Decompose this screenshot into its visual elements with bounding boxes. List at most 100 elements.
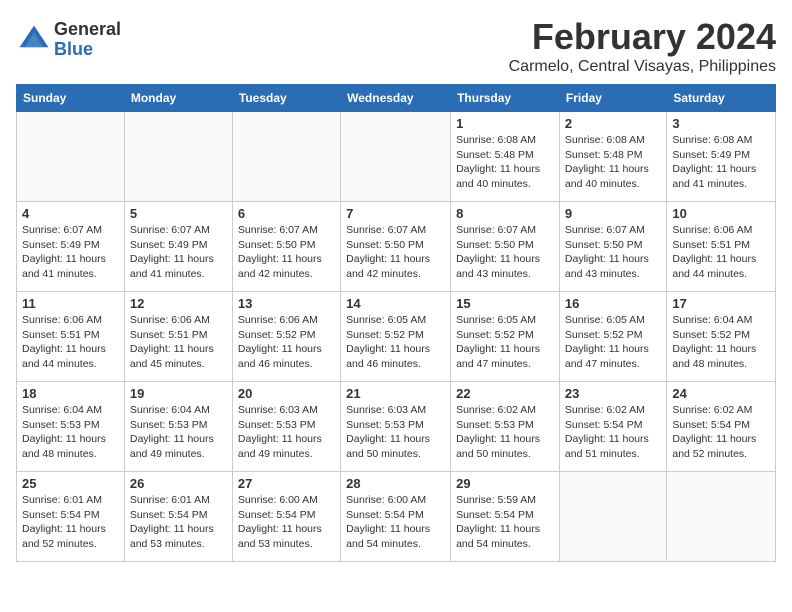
weekday-header-tuesday: Tuesday	[232, 85, 340, 112]
calendar-cell: 3 Sunrise: 6:08 AMSunset: 5:49 PMDaylight…	[667, 112, 776, 202]
calendar-cell	[667, 472, 776, 562]
calendar-cell: 23 Sunrise: 6:02 AMSunset: 5:54 PMDayligh…	[559, 382, 666, 472]
calendar-cell: 11 Sunrise: 6:06 AMSunset: 5:51 PMDayligh…	[17, 292, 125, 382]
weekday-header-thursday: Thursday	[451, 85, 560, 112]
calendar-week-row: 25 Sunrise: 6:01 AMSunset: 5:54 PMDayligh…	[17, 472, 776, 562]
calendar-cell: 26 Sunrise: 6:01 AMSunset: 5:54 PMDayligh…	[124, 472, 232, 562]
calendar-cell: 21 Sunrise: 6:03 AMSunset: 5:53 PMDayligh…	[341, 382, 451, 472]
calendar-cell: 20 Sunrise: 6:03 AMSunset: 5:53 PMDayligh…	[232, 382, 340, 472]
day-number: 4	[22, 206, 119, 221]
calendar-cell: 28Sunrise: 6:00 AMSunset: 5:54 PMDayligh…	[341, 472, 451, 562]
calendar-cell	[17, 112, 125, 202]
calendar-cell	[559, 472, 666, 562]
calendar-cell: 2Sunrise: 6:08 AMSunset: 5:48 PMDaylight…	[559, 112, 666, 202]
day-info: Sunrise: 5:59 AMSunset: 5:54 PMDaylight:…	[456, 493, 554, 552]
day-number: 12	[130, 296, 227, 311]
day-info: Sunrise: 6:06 AMSunset: 5:51 PMDaylight:…	[22, 313, 119, 372]
day-info: Sunrise: 6:08 AMSunset: 5:49 PMDaylight:…	[672, 133, 770, 192]
day-number: 19	[130, 386, 227, 401]
day-info: Sunrise: 6:03 AMSunset: 5:53 PMDaylight:…	[346, 403, 445, 462]
day-number: 23	[565, 386, 661, 401]
weekday-header-wednesday: Wednesday	[341, 85, 451, 112]
day-number: 6	[238, 206, 335, 221]
calendar-cell: 25 Sunrise: 6:01 AMSunset: 5:54 PMDayligh…	[17, 472, 125, 562]
day-info: Sunrise: 6:00 AMSunset: 5:54 PMDaylight:…	[238, 493, 335, 552]
day-info: Sunrise: 6:04 AMSunset: 5:53 PMDaylight:…	[130, 403, 227, 462]
calendar-cell: 24 Sunrise: 6:02 AMSunset: 5:54 PMDayligh…	[667, 382, 776, 472]
day-info: Sunrise: 6:07 AMSunset: 5:50 PMDaylight:…	[565, 223, 661, 282]
calendar-week-row: 4 Sunrise: 6:07 AMSunset: 5:49 PMDaylight…	[17, 202, 776, 292]
calendar-cell: 14 Sunrise: 6:05 AMSunset: 5:52 PMDayligh…	[341, 292, 451, 382]
day-number: 22	[456, 386, 554, 401]
weekday-header-monday: Monday	[124, 85, 232, 112]
day-number: 20	[238, 386, 335, 401]
calendar-cell: 19 Sunrise: 6:04 AMSunset: 5:53 PMDayligh…	[124, 382, 232, 472]
day-info: Sunrise: 6:03 AMSunset: 5:53 PMDaylight:…	[238, 403, 335, 462]
day-number: 15	[456, 296, 554, 311]
day-info: Sunrise: 6:02 AMSunset: 5:54 PMDaylight:…	[672, 403, 770, 462]
calendar-cell: 9 Sunrise: 6:07 AMSunset: 5:50 PMDaylight…	[559, 202, 666, 292]
calendar-week-row: 1 Sunrise: 6:08 AMSunset: 5:48 PMDaylight…	[17, 112, 776, 202]
day-info: Sunrise: 6:04 AMSunset: 5:52 PMDaylight:…	[672, 313, 770, 372]
weekday-header-saturday: Saturday	[667, 85, 776, 112]
calendar-cell: 29Sunrise: 5:59 AMSunset: 5:54 PMDayligh…	[451, 472, 560, 562]
logo: General Blue	[16, 20, 121, 60]
day-number: 8	[456, 206, 554, 221]
weekday-header-friday: Friday	[559, 85, 666, 112]
day-info: Sunrise: 6:04 AMSunset: 5:53 PMDaylight:…	[22, 403, 119, 462]
day-info: Sunrise: 6:07 AMSunset: 5:49 PMDaylight:…	[130, 223, 227, 282]
day-info: Sunrise: 6:08 AMSunset: 5:48 PMDaylight:…	[565, 133, 661, 192]
logo-blue-text: Blue	[54, 40, 121, 60]
day-number: 27	[238, 476, 335, 491]
day-number: 26	[130, 476, 227, 491]
logo-icon	[16, 22, 52, 58]
day-number: 9	[565, 206, 661, 221]
calendar-body: 1 Sunrise: 6:08 AMSunset: 5:48 PMDaylight…	[17, 112, 776, 562]
day-number: 21	[346, 386, 445, 401]
calendar-cell: 1 Sunrise: 6:08 AMSunset: 5:48 PMDaylight…	[451, 112, 560, 202]
calendar-cell	[232, 112, 340, 202]
day-number: 24	[672, 386, 770, 401]
day-info: Sunrise: 6:06 AMSunset: 5:51 PMDaylight:…	[672, 223, 770, 282]
calendar-cell: 18 Sunrise: 6:04 AMSunset: 5:53 PMDayligh…	[17, 382, 125, 472]
day-number: 7	[346, 206, 445, 221]
day-number: 28	[346, 476, 445, 491]
day-info: Sunrise: 6:07 AMSunset: 5:50 PMDaylight:…	[238, 223, 335, 282]
day-info: Sunrise: 6:07 AMSunset: 5:50 PMDaylight:…	[346, 223, 445, 282]
day-info: Sunrise: 6:02 AMSunset: 5:53 PMDaylight:…	[456, 403, 554, 462]
day-info: Sunrise: 6:01 AMSunset: 5:54 PMDaylight:…	[22, 493, 119, 552]
calendar-week-row: 11 Sunrise: 6:06 AMSunset: 5:51 PMDayligh…	[17, 292, 776, 382]
calendar-cell: 22 Sunrise: 6:02 AMSunset: 5:53 PMDayligh…	[451, 382, 560, 472]
day-number: 17	[672, 296, 770, 311]
calendar-week-row: 18 Sunrise: 6:04 AMSunset: 5:53 PMDayligh…	[17, 382, 776, 472]
calendar-cell: 7 Sunrise: 6:07 AMSunset: 5:50 PMDaylight…	[341, 202, 451, 292]
day-info: Sunrise: 6:06 AMSunset: 5:51 PMDaylight:…	[130, 313, 227, 372]
calendar-cell	[341, 112, 451, 202]
title-block: February 2024 Carmelo, Central Visayas, …	[509, 16, 776, 76]
calendar-cell: 27 Sunrise: 6:00 AMSunset: 5:54 PMDayligh…	[232, 472, 340, 562]
calendar-cell: 4 Sunrise: 6:07 AMSunset: 5:49 PMDaylight…	[17, 202, 125, 292]
location-subtitle: Carmelo, Central Visayas, Philippines	[509, 58, 776, 76]
day-number: 3	[672, 116, 770, 131]
calendar-cell: 16Sunrise: 6:05 AMSunset: 5:52 PMDayligh…	[559, 292, 666, 382]
day-info: Sunrise: 6:07 AMSunset: 5:50 PMDaylight:…	[456, 223, 554, 282]
page-header: General Blue February 2024 Carmelo, Cent…	[16, 16, 776, 76]
weekday-header-sunday: Sunday	[17, 85, 125, 112]
day-number: 13	[238, 296, 335, 311]
day-info: Sunrise: 6:01 AMSunset: 5:54 PMDaylight:…	[130, 493, 227, 552]
day-info: Sunrise: 6:08 AMSunset: 5:48 PMDaylight:…	[456, 133, 554, 192]
calendar-header: SundayMondayTuesdayWednesdayThursdayFrid…	[17, 85, 776, 112]
calendar-cell: 15Sunrise: 6:05 AMSunset: 5:52 PMDayligh…	[451, 292, 560, 382]
calendar-table: SundayMondayTuesdayWednesdayThursdayFrid…	[16, 84, 776, 562]
day-number: 11	[22, 296, 119, 311]
month-year-title: February 2024	[509, 16, 776, 58]
day-info: Sunrise: 6:05 AMSunset: 5:52 PMDaylight:…	[346, 313, 445, 372]
day-number: 1	[456, 116, 554, 131]
day-number: 14	[346, 296, 445, 311]
day-info: Sunrise: 6:02 AMSunset: 5:54 PMDaylight:…	[565, 403, 661, 462]
day-number: 25	[22, 476, 119, 491]
calendar-cell: 17 Sunrise: 6:04 AMSunset: 5:52 PMDayligh…	[667, 292, 776, 382]
day-number: 18	[22, 386, 119, 401]
calendar-cell: 13Sunrise: 6:06 AMSunset: 5:52 PMDayligh…	[232, 292, 340, 382]
day-info: Sunrise: 6:07 AMSunset: 5:49 PMDaylight:…	[22, 223, 119, 282]
